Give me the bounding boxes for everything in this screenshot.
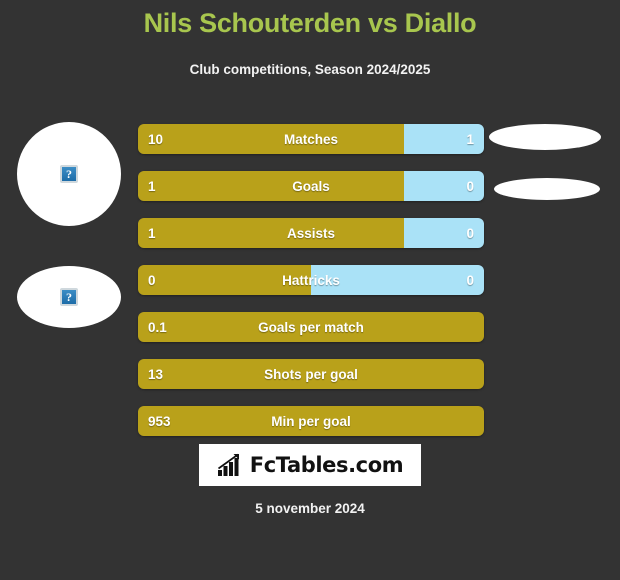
stat-bar-fill-right (311, 265, 484, 295)
stat-bar-fill-right (404, 171, 484, 201)
stat-bar-row: 10 Matches 1 (138, 124, 484, 154)
generated-date: 5 november 2024 (255, 501, 365, 516)
fctables-logo[interactable]: FcTables.com (199, 444, 421, 486)
stat-bar-fill-left (138, 171, 405, 201)
stat-bar-fill-left (138, 312, 484, 342)
stat-bar-fill-left (138, 218, 405, 248)
player-one-avatar: ? (17, 122, 121, 226)
stat-bar-row: 0 Hattricks 0 (138, 265, 484, 295)
stat-bar-fill-right (404, 218, 484, 248)
player-comparison-infographic: Nils Schouterden vs Diallo Club competit… (0, 0, 620, 580)
stat-bar-track (138, 265, 484, 295)
stat-bar-track (138, 171, 484, 201)
broken-image-glyph: ? (66, 290, 72, 304)
stat-bar-fill-left (138, 406, 484, 436)
bar-chart-growth-icon (217, 453, 239, 476)
stat-bar-row: 1 Assists 0 (138, 218, 484, 248)
stat-bar-fill-left (138, 265, 311, 295)
broken-image-icon: ? (60, 165, 78, 183)
stat-bar-track (138, 312, 484, 342)
page-title: Nils Schouterden vs Diallo (143, 8, 477, 38)
stat-bar-track (138, 406, 484, 436)
stat-bars-list: 10 Matches 1 1 Goals 0 1 Assists 0 0 Hattricks 0 0.1… (138, 124, 484, 453)
stat-bar-fill-right (404, 124, 484, 154)
stat-bar-fill-left (138, 359, 484, 389)
fctables-logo-text: FcTables.com (249, 453, 404, 477)
opponent-one-avatar (489, 124, 601, 150)
stat-bar-track (138, 124, 484, 154)
stat-bar-fill-left (138, 124, 405, 154)
stat-bar-track (138, 359, 484, 389)
stat-bar-row: 1 Goals 0 (138, 171, 484, 201)
page-subtitle: Club competitions, Season 2024/2025 (189, 62, 431, 77)
stat-bar-track (138, 218, 484, 248)
opponent-two-avatar (494, 178, 600, 200)
stat-bar-row: 0.1 Goals per match (138, 312, 484, 342)
stat-bar-row: 13 Shots per goal (138, 359, 484, 389)
player-two-avatar: ? (17, 266, 121, 328)
stat-bar-row: 953 Min per goal (138, 406, 484, 436)
broken-image-icon: ? (60, 288, 78, 306)
broken-image-glyph: ? (66, 167, 72, 181)
